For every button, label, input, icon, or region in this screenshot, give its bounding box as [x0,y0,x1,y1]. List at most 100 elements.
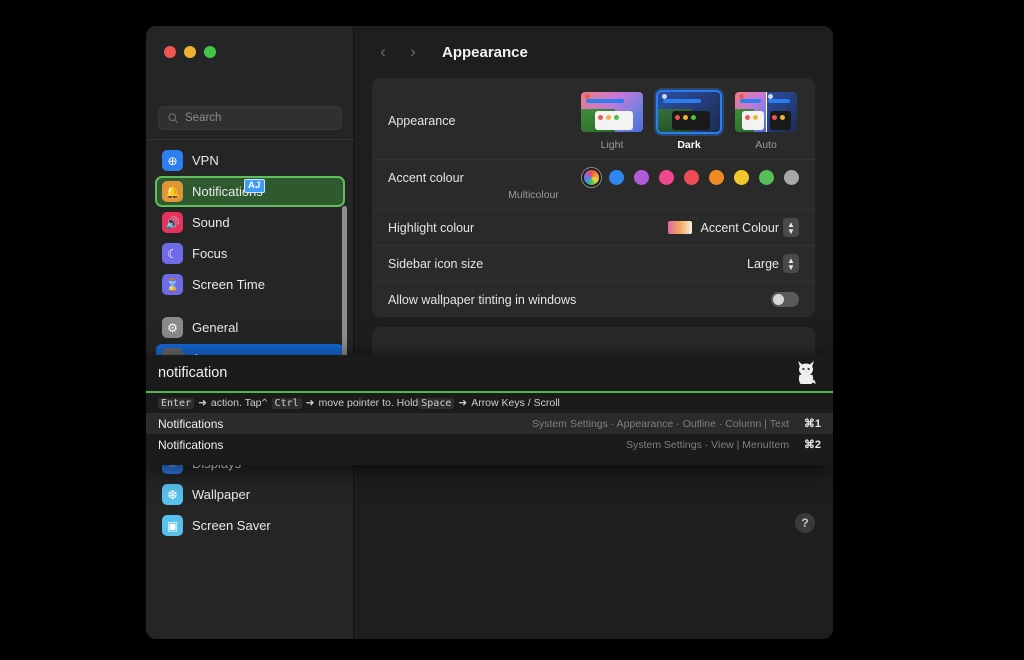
highlight-colour-value: Accent Colour [700,221,779,235]
highlight-colour-swatch [668,221,692,234]
palette-result-breadcrumb: System Settings · View | MenuItem [231,439,789,451]
accent-swatches [584,170,799,185]
minimize-button[interactable] [184,46,196,58]
wallpaper-tinting-toggle[interactable] [771,292,799,307]
palette-query-row[interactable]: notification [146,355,833,391]
sidebar-item-label: Focus [192,246,227,261]
help-button[interactable]: ? [795,513,815,533]
general-icon: ⚙ [162,317,183,338]
forward-button[interactable]: › [400,39,426,65]
sidebar-icon-size-label: Sidebar icon size [388,257,747,271]
accent-swatch-yellow[interactable] [734,170,749,185]
appearance-settings-card: Appearance Light [372,78,815,317]
back-button[interactable]: ‹ [370,39,396,65]
sidebar-item-label: Screen Time [192,277,265,292]
chevron-updown-icon[interactable]: ▲▼ [783,254,799,273]
sidebar-group-gap [156,301,344,313]
appearance-theme-options: Light Dark [579,90,799,151]
accent-colour-caption: Multicolour [388,189,679,201]
vpn-icon: ⊕ [162,150,183,171]
palette-result-breadcrumb: System Settings · Appearance · Outline ·… [231,418,789,430]
hint-caret: ^ [262,398,268,409]
sidebar-item-label: Screen Saver [192,518,271,533]
hint-arrow-1: ➜ [198,397,207,409]
zoom-button[interactable] [204,46,216,58]
palette-result-title: Notifications [158,417,223,431]
accent-swatch-pink[interactable] [659,170,674,185]
theme-option-auto[interactable]: Auto [733,90,799,151]
screen-saver-icon: ▣ [162,515,183,536]
highlight-colour-popup[interactable]: Accent Colour ▲▼ [668,218,799,237]
theme-label-auto: Auto [755,139,777,151]
sidebar-divider [146,139,354,140]
accent-swatch-red[interactable] [684,170,699,185]
sidebar-item-label: General [192,320,238,335]
sidebar-item-wallpaper[interactable]: ❆ Wallpaper [156,480,344,509]
sidebar: ⊕VPN🔔NotificationsAJ🔊Sound☾Focus⌛Screen … [146,26,354,639]
wallpaper-tinting-row: Allow wallpaper tinting in windows [372,281,815,317]
hint-arrow-3: ➜ [458,397,467,409]
hint-ctrl-key: Ctrl [272,398,302,409]
palette-hint-line: Enter ➜ action. Tap ^ Ctrl ➜ move pointe… [146,393,833,413]
keyboard-hint-badge: AJ [244,179,265,193]
theme-thumb-auto[interactable] [733,90,799,134]
palette-result-title: Notifications [158,438,223,452]
sidebar-item-notifications[interactable]: 🔔NotificationsAJ [156,177,344,206]
sidebar-icon-size-row: Sidebar icon size Large ▲▼ [372,245,815,281]
sidebar-item-vpn[interactable]: ⊕ VPN [156,146,344,175]
sound-icon: 🔊 [162,212,183,233]
appearance-label: Appearance [388,114,579,128]
sidebar-item-general[interactable]: ⚙ General [156,313,344,342]
sidebar-item-screen-saver[interactable]: ▣ Screen Saver [156,511,344,540]
search-icon [167,112,179,124]
palette-result-row[interactable]: Notifications System Settings · Appearanc… [146,413,833,434]
sidebar-icon-size-value: Large [747,257,779,271]
accent-colour-row: Accent colour Multicolour [372,159,815,209]
accent-swatch-multicolour[interactable] [584,170,599,185]
theme-thumb-light[interactable] [579,90,645,134]
accent-colour-label: Accent colour [388,171,584,185]
wallpaper-tinting-label: Allow wallpaper tinting in windows [388,293,771,307]
sidebar-item-sound[interactable]: 🔊Sound [156,208,344,237]
search-box[interactable] [158,106,342,130]
sidebar-item-label: Wallpaper [192,487,250,502]
palette-result-shortcut: ⌘2 [797,438,821,451]
search-input[interactable] [185,112,339,124]
theme-option-light[interactable]: Light [579,90,645,151]
theme-option-dark[interactable]: Dark [656,90,722,151]
accent-swatch-purple[interactable] [634,170,649,185]
theme-thumb-dark[interactable] [656,90,722,134]
accent-swatch-orange[interactable] [709,170,724,185]
close-button[interactable] [164,46,176,58]
sidebar-item-label: VPN [192,153,219,168]
focus-icon: ☾ [162,243,183,264]
hint-enter-key: Enter [158,398,194,409]
accent-swatch-green[interactable] [759,170,774,185]
hint-part-1: action. Tap [211,397,262,409]
sidebar-icon-size-popup[interactable]: Large ▲▼ [747,254,799,273]
title-bar: ‹ › Appearance [354,26,833,78]
sidebar-item-screen-time[interactable]: ⌛ Screen Time [156,270,344,299]
palette-result-row[interactable]: Notifications System Settings · View | Me… [146,434,833,455]
hint-space-key: Space [418,398,454,409]
hint-part-3: Arrow Keys / Scroll [471,397,560,409]
appearance-row: Appearance Light [372,78,815,159]
traffic-lights [164,46,216,58]
screen-time-icon: ⌛ [162,274,183,295]
wallpaper-icon: ❆ [162,484,183,505]
theme-label-dark: Dark [677,139,700,151]
accent-swatch-graphite[interactable] [784,170,799,185]
accent-swatch-blue[interactable] [609,170,624,185]
palette-result-shortcut: ⌘1 [797,417,821,430]
highlight-colour-row: Highlight colour Accent Colour ▲▼ [372,209,815,245]
system-settings-window: ⊕VPN🔔NotificationsAJ🔊Sound☾Focus⌛Screen … [146,26,833,639]
chevron-updown-icon[interactable]: ▲▼ [783,218,799,237]
notifications-icon: 🔔 [162,181,183,202]
command-palette: notification Enter ➜ action. Tap ^ Ctrl … [146,355,833,465]
hint-arrow-2: ➜ [306,397,315,409]
page-title: Appearance [442,44,528,61]
sidebar-item-focus[interactable]: ☾ Focus [156,239,344,268]
highlight-colour-label: Highlight colour [388,221,668,235]
main-pane: ‹ › Appearance Appearance [354,26,833,639]
palette-results-list: Notifications System Settings · Appearanc… [146,413,833,455]
